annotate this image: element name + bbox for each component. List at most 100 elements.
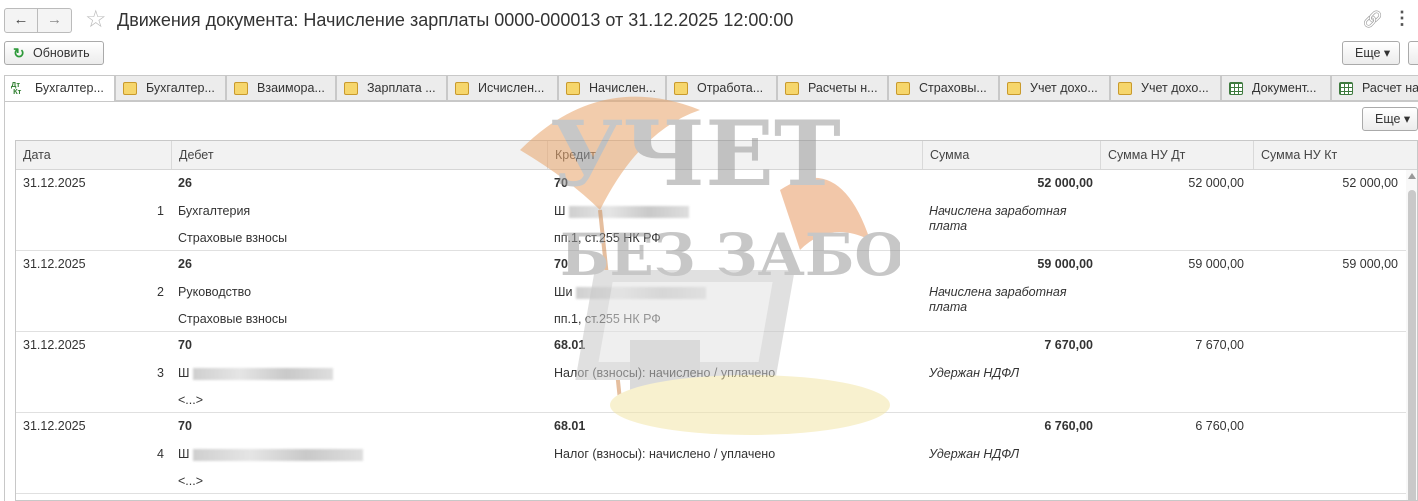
debit-subconto-2: <...>	[178, 393, 203, 407]
credit-subconto-2: пп.1, ст.255 НК РФ	[554, 312, 661, 326]
back-button[interactable]: ←	[4, 8, 38, 33]
row-date-text: 31.12.2025	[23, 176, 86, 190]
row-content: Удержан НДФЛ	[929, 366, 1089, 381]
credit-subconto-1-text: Налог (взносы): начислено / уплачено	[554, 366, 776, 380]
debit-subconto-2-text: <...>	[178, 474, 204, 488]
link-icon[interactable]: 🔗︎	[1362, 10, 1384, 30]
debit-account-text: 70	[178, 419, 192, 433]
scrollbar-thumb[interactable]	[1408, 190, 1416, 500]
debit-subconto-1-text: Руководство	[178, 285, 252, 299]
debit-account: 70	[178, 419, 192, 433]
tab-13[interactable]: Расчет на...	[1331, 75, 1418, 101]
tab-10[interactable]: Учет дохо...	[999, 75, 1110, 101]
more-actions-button[interactable]: ⋮	[1393, 8, 1411, 29]
grid-icon	[1339, 82, 1353, 95]
tab-2[interactable]: Бухгалтер...	[115, 75, 226, 101]
scroll-up-icon[interactable]	[1408, 173, 1416, 179]
row-content-text: Начислена заработная плата	[929, 285, 1067, 314]
row-number: 4	[126, 447, 164, 461]
tab-label: Учет дохо...	[1030, 81, 1098, 95]
page-title: Движения документа: Начисление зарплаты …	[117, 10, 794, 30]
debit-account: 70	[178, 338, 192, 352]
arrow-left-icon: ←	[13, 11, 29, 28]
row-content: Начислена заработная плата	[929, 204, 1089, 234]
vertical-scrollbar[interactable]	[1406, 170, 1417, 500]
debit-subconto-2-text: <...>	[178, 393, 204, 407]
tab-5[interactable]: Исчислен...	[447, 75, 558, 101]
debit-account: 26	[178, 257, 192, 271]
debit-subconto-1: Руководство	[178, 285, 251, 299]
table-header: Дата Дебет Кредит Сумма Сумма НУ Дт Сумм…	[16, 141, 1417, 170]
row-nu-kt: 52 000,00	[1254, 176, 1398, 190]
column-header-nu-kt[interactable]: Сумма НУ Кт	[1254, 141, 1406, 169]
extra-button[interactable]	[1408, 41, 1418, 65]
row-nu-kt: 59 000,00	[1254, 257, 1398, 271]
tab-12[interactable]: Документ...	[1221, 75, 1331, 101]
register-icon	[566, 82, 580, 95]
credit-subconto-1-text: Ши	[554, 285, 573, 299]
table-row[interactable]: 31.12.2025 4 70 Ш <...> 68.01 Налог (взносы): …	[16, 413, 1406, 494]
tab-8[interactable]: Расчеты н...	[777, 75, 888, 101]
credit-account: 68.01	[554, 338, 585, 352]
favorite-star-icon[interactable]: ☆	[85, 6, 107, 34]
refresh-label: Обновить	[33, 46, 90, 60]
forward-button[interactable]: →	[38, 8, 72, 33]
credit-account: 70	[554, 176, 568, 190]
tab-4[interactable]: Зарплата ...	[336, 75, 447, 101]
register-icon	[455, 82, 469, 95]
debit-subconto-1-text: Ш	[178, 447, 190, 461]
debit-subconto-2: Страховые взносы	[178, 231, 287, 245]
column-header-nu-dt[interactable]: Сумма НУ Дт	[1101, 141, 1254, 169]
panel-more-button[interactable]: Еще ▾	[1362, 107, 1418, 131]
register-icon	[674, 82, 688, 95]
table-row[interactable]: 31.12.2025 2 26 Руководство Страховые взносы…	[16, 251, 1406, 332]
credit-account-text: 70	[554, 176, 568, 190]
column-header-amount[interactable]: Сумма	[923, 141, 1101, 169]
register-icon	[123, 82, 137, 95]
column-header-credit[interactable]: Кредит	[548, 141, 923, 169]
tab-label: Взаимора...	[257, 81, 325, 95]
row-number: 1	[126, 204, 164, 218]
dropdown-arrow-icon: ▾	[1383, 46, 1391, 60]
dtkt-icon: Дт Кт	[11, 80, 22, 96]
row-content-text: Удержан НДФЛ	[929, 447, 1020, 461]
credit-account: 70	[554, 257, 568, 271]
row-nu-dt-text: 59 000,00	[1188, 257, 1244, 271]
tab-7[interactable]: Отработа...	[666, 75, 777, 101]
row-amount: 59 000,00	[923, 257, 1093, 271]
title-bar: ← → ☆ Движения документа: Начисление зар…	[0, 0, 1418, 40]
tab-11[interactable]: Учет дохо...	[1110, 75, 1221, 101]
register-icon	[234, 82, 248, 95]
tab-6[interactable]: Начислен...	[558, 75, 666, 101]
row-number-text: 1	[157, 204, 164, 218]
tab-3[interactable]: Взаимора...	[226, 75, 336, 101]
row-date: 31.12.2025	[23, 419, 86, 433]
column-header-debit[interactable]: Дебет	[172, 141, 548, 169]
table-row[interactable]: 31.12.2025 3 70 Ш <...> 68.01 Налог (взносы): …	[16, 332, 1406, 413]
tab-9[interactable]: Страховы...	[888, 75, 999, 101]
tab-1[interactable]: Дт Кт Бухгалтер...	[4, 75, 115, 102]
row-date: 31.12.2025	[23, 176, 86, 190]
more-button[interactable]: Еще ▾	[1342, 41, 1400, 65]
row-date-text: 31.12.2025	[23, 338, 86, 352]
tab-label: Страховы...	[919, 81, 987, 95]
tab-label: Отработа...	[697, 81, 764, 95]
row-number-text: 2	[157, 285, 164, 299]
credit-subconto-2: пп.1, ст.255 НК РФ	[554, 231, 661, 245]
refresh-button[interactable]: ↻ Обновить	[4, 41, 104, 65]
tab-label: Расчет на...	[1362, 81, 1418, 95]
redacted-name	[193, 448, 364, 461]
debit-account-text: 70	[178, 338, 192, 352]
row-nu-dt: 52 000,00	[1101, 176, 1244, 190]
redacted-name	[193, 367, 334, 380]
column-header-date[interactable]: Дата	[16, 141, 172, 169]
table-row[interactable]: 31.12.2025 1 26 Бухгалтерия Страховые взносы…	[16, 170, 1406, 251]
credit-subconto-1-text: Налог (взносы): начислено / уплачено	[554, 447, 776, 461]
debit-subconto-1-text: Бухгалтерия	[178, 204, 251, 218]
row-content: Удержан НДФЛ	[929, 447, 1089, 462]
movements-table[interactable]: Дата Дебет Кредит Сумма Сумма НУ Дт Сумм…	[15, 140, 1418, 501]
row-content-text: Начислена заработная плата	[929, 204, 1067, 233]
row-amount-text: 52 000,00	[1037, 176, 1093, 190]
debit-subconto-2: Страховые взносы	[178, 312, 287, 326]
register-icon	[896, 82, 910, 95]
